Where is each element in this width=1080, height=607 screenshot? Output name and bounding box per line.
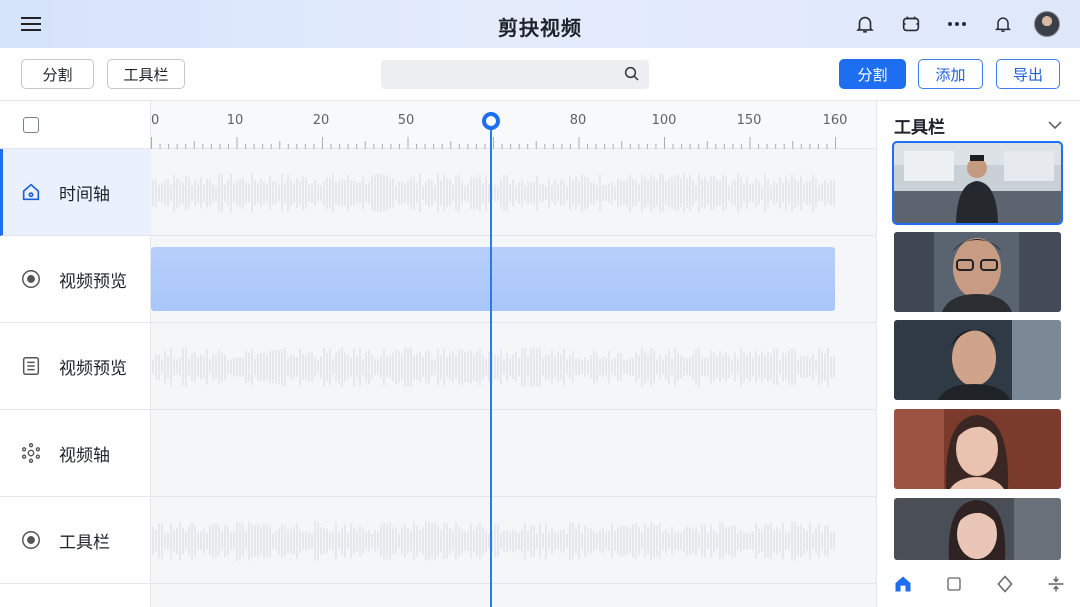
- split-button[interactable]: 分割: [21, 59, 94, 89]
- track-label-preview[interactable]: 视频预览: [0, 236, 151, 323]
- track-label-preview-2[interactable]: 视频预览: [0, 323, 151, 410]
- chevron-down-icon[interactable]: [1048, 115, 1062, 134]
- bottom-nav: [877, 561, 1080, 607]
- search-icon: [623, 65, 641, 87]
- ruler-label: 150: [736, 113, 762, 128]
- ruler-ticks: [151, 137, 836, 149]
- track-name: 视频预览: [59, 271, 127, 292]
- toolbar-button[interactable]: 工具栏: [107, 59, 185, 89]
- radio-icon: [20, 529, 42, 551]
- home-icon[interactable]: [888, 569, 918, 599]
- split-primary-button[interactable]: 分割: [839, 59, 906, 89]
- playhead-handle[interactable]: [482, 112, 500, 130]
- timeline: 0 10 20 50 80 100 150 160: [151, 101, 876, 607]
- track-name: 工具栏: [59, 532, 110, 553]
- track-label-tools[interactable]: 工具栏: [0, 497, 151, 584]
- track-label-timeline[interactable]: 时间轴: [0, 149, 151, 236]
- radio-icon: [20, 268, 42, 290]
- clock-icon[interactable]: [890, 9, 932, 39]
- dots-ring-icon: [20, 442, 42, 464]
- woman-portrait-2-thumbnail[interactable]: [894, 498, 1061, 560]
- track-name: 时间轴: [59, 184, 110, 205]
- square-icon[interactable]: [939, 569, 969, 599]
- audio-waveform[interactable]: [151, 519, 835, 563]
- track-name: 视频预览: [59, 358, 127, 379]
- media-panel: 工具栏: [876, 101, 1080, 607]
- bell-icon[interactable]: [844, 9, 886, 39]
- ruler-label: 80: [569, 113, 587, 128]
- track-row[interactable]: [151, 497, 876, 584]
- woman-portrait-thumbnail[interactable]: [894, 409, 1061, 489]
- document-icon: [20, 355, 42, 377]
- track-row[interactable]: [151, 323, 876, 410]
- diamond-icon[interactable]: [990, 569, 1020, 599]
- home-icon: [20, 181, 42, 203]
- title-bar: 剪抉视频: [0, 0, 1080, 48]
- video-clip[interactable]: [151, 247, 835, 311]
- track-row[interactable]: [151, 149, 876, 236]
- search-input[interactable]: [381, 60, 649, 89]
- add-button[interactable]: 添加: [918, 59, 983, 89]
- select-all-checkbox[interactable]: [23, 117, 39, 133]
- time-ruler[interactable]: 0 10 20 50 80 100 150 160: [151, 101, 876, 149]
- track-list: 时间轴 视频预览 视频预览 视频轴 工具栏: [0, 101, 151, 607]
- more-icon[interactable]: [936, 9, 978, 39]
- ruler-label: 160: [822, 113, 848, 128]
- man-portrait-thumbnail[interactable]: [894, 320, 1061, 400]
- audio-waveform[interactable]: [151, 171, 835, 215]
- ruler-label: 50: [397, 113, 415, 128]
- user-avatar[interactable]: [1034, 11, 1060, 37]
- panel-title: 工具栏: [894, 118, 945, 138]
- notification-icon[interactable]: [982, 9, 1024, 39]
- ruler-label: 100: [651, 113, 677, 128]
- playhead-line[interactable]: [490, 120, 492, 607]
- split-icon[interactable]: [1041, 569, 1071, 599]
- track-label-video-axis[interactable]: 视频轴: [0, 410, 151, 497]
- toolbar: 分割 工具栏 分割 添加 导出: [0, 48, 1080, 101]
- ruler-label: 0: [151, 113, 160, 128]
- export-button[interactable]: 导出: [996, 59, 1060, 89]
- ruler-label: 20: [312, 113, 330, 128]
- audio-waveform[interactable]: [151, 345, 835, 389]
- track-name: 视频轴: [59, 445, 110, 466]
- man-glasses-thumbnail[interactable]: [894, 232, 1061, 312]
- track-row[interactable]: [151, 236, 876, 323]
- presenter-office-thumbnail[interactable]: [892, 141, 1063, 225]
- ruler-label: 10: [226, 113, 244, 128]
- track-row[interactable]: [151, 410, 876, 497]
